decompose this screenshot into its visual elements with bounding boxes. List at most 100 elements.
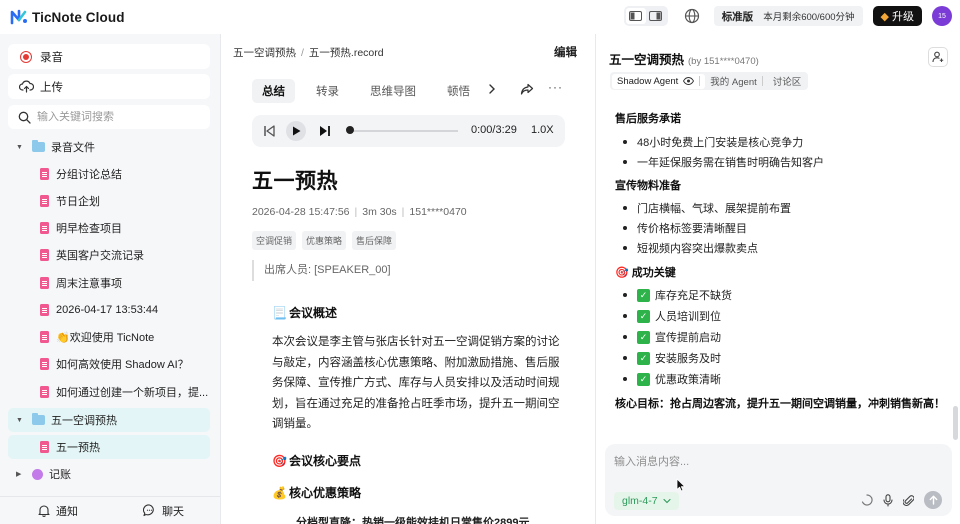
tag[interactable]: 空调促销: [252, 231, 297, 250]
attendees: 出席人员: [SPEAKER_00]: [252, 260, 391, 281]
agent-title: 五一空调预热 (by 151****0470): [609, 49, 759, 68]
file-name: 如何通过创建一个新项目，提...: [56, 387, 209, 399]
file-item[interactable]: 明早检查项目: [8, 216, 210, 240]
message-input[interactable]: [614, 453, 934, 473]
input-tools: [851, 491, 942, 509]
breadcrumb: 五一空调预热 / 五一预热.record: [233, 47, 384, 59]
more-options-icon[interactable]: ···: [548, 80, 563, 94]
send-button[interactable]: [924, 491, 942, 509]
add-user-icon: [932, 51, 944, 63]
search-input[interactable]: [37, 111, 197, 123]
project-name: 五一空调预热: [609, 53, 685, 67]
section-heading: 📃 会议概述: [272, 304, 337, 321]
avatar[interactable]: 15: [932, 6, 952, 26]
model-selector[interactable]: glm-4-7: [614, 492, 679, 510]
memo-icon: 📃: [272, 305, 287, 320]
list-text: 优惠政策清晰: [655, 374, 721, 386]
tag[interactable]: 优惠策略: [302, 231, 347, 250]
upgrade-label: 升级: [892, 11, 914, 23]
tab-discussion[interactable]: 讨论区: [768, 72, 807, 90]
progress-thumb[interactable]: [346, 126, 354, 134]
list-text: 传价格标签要清晰醒目: [637, 223, 747, 235]
file-item[interactable]: 👏欢迎使用 TicNote: [8, 325, 210, 349]
file-item[interactable]: 节日企划: [8, 189, 210, 213]
sidebar-footer: 通知 聊天: [0, 496, 220, 524]
add-user-button[interactable]: [928, 47, 948, 67]
caret-down-icon[interactable]: ▼: [16, 144, 26, 151]
mouse-cursor-icon: [676, 478, 686, 492]
sidebar-search[interactable]: [8, 105, 210, 129]
microphone-icon[interactable]: [883, 493, 893, 507]
tag[interactable]: 售后保障: [352, 231, 397, 250]
core-goal: 核心目标：抢占周边客流，提升五一期间空调销量，冲刺销售新高！: [615, 395, 945, 411]
file-name: 明早检查项目: [56, 223, 122, 235]
document-icon: [40, 441, 49, 453]
document-icon: [40, 331, 49, 343]
file-item[interactable]: 如何通过创建一个新项目，提...: [8, 380, 210, 404]
tab-mindmap[interactable]: 思维导图: [360, 79, 426, 103]
globe-icon[interactable]: [684, 8, 700, 24]
record-button[interactable]: 录音: [8, 44, 210, 69]
file-item[interactable]: 如何高效使用 Shadow AI？: [8, 352, 210, 376]
tab-my-agent[interactable]: 我的 Agent: [705, 72, 767, 90]
layout-toggle[interactable]: [623, 6, 668, 26]
file-item[interactable]: 2026-04-17 13:53:44: [8, 298, 210, 322]
tab-transcript[interactable]: 转录: [306, 79, 349, 103]
check-icon: ✓: [637, 288, 650, 302]
playback-speed[interactable]: 1.0X: [531, 124, 554, 136]
share-icon[interactable]: [520, 83, 534, 96]
file-item-selected[interactable]: 五一预热: [8, 435, 210, 459]
tab-shadow-agent[interactable]: Shadow Agent: [612, 73, 706, 89]
list-text: 48小时免费上门安装是核心竞争力: [637, 137, 804, 149]
search-icon: [18, 111, 31, 124]
section-title: 会议概述: [288, 306, 337, 320]
file-item[interactable]: 英国客户交流记录: [8, 243, 210, 267]
ledger-icon: [32, 468, 43, 480]
skip-back-icon[interactable]: [263, 122, 275, 140]
edit-button[interactable]: 编辑: [554, 44, 577, 60]
app-logo[interactable]: TicNote Cloud: [10, 8, 125, 26]
section-heading: 💰 核心优惠策略: [272, 484, 361, 501]
folder-name: 五一空调预热: [51, 415, 117, 427]
eye-icon[interactable]: [683, 77, 695, 85]
document-icon: [40, 195, 49, 207]
chat-button[interactable]: 聊天: [143, 503, 184, 519]
caret-right-icon[interactable]: ▶: [16, 470, 26, 478]
folder-icon: [32, 140, 45, 152]
section-heading: 🎯 会议核心要点: [272, 452, 361, 469]
left-panel-icon[interactable]: [625, 8, 646, 24]
file-name: 周末注意事项: [56, 278, 122, 290]
check-icon: ✓: [637, 351, 650, 365]
tag-list: 空调促销 优惠策略 售后保障: [252, 231, 402, 250]
upload-button[interactable]: 上传: [8, 74, 210, 99]
file-name: 2026-04-17 13:53:44: [56, 304, 159, 316]
play-button[interactable]: [286, 121, 306, 141]
progress-track[interactable]: [350, 130, 458, 132]
scrollbar-thumb[interactable]: [953, 406, 958, 440]
tab-insight[interactable]: 顿悟: [437, 79, 480, 103]
sidebar: 录音 上传 ▼ 录音文件 分组讨论总结 节日企划 明早检查项目 英国客户交流记录…: [0, 34, 221, 524]
list-item: ✓ 优惠政策清晰: [623, 371, 721, 387]
folder-row[interactable]: ▼ 五一空调预热: [8, 408, 210, 432]
folder-row[interactable]: ▼ 录音文件: [8, 135, 210, 159]
file-item[interactable]: 周末注意事项: [8, 271, 210, 295]
attachment-icon[interactable]: [903, 494, 914, 507]
check-icon: ✓: [637, 372, 650, 386]
document-icon: [40, 304, 49, 316]
right-panel-icon[interactable]: [646, 8, 666, 24]
upgrade-button[interactable]: ◆ 升级: [872, 6, 922, 26]
file-item[interactable]: 分组讨论总结: [8, 162, 210, 186]
file-name: 👏欢迎使用 TicNote: [56, 332, 155, 344]
document-title: 五一预热: [252, 170, 338, 193]
caret-down-icon[interactable]: ▼: [16, 417, 26, 424]
notify-button[interactable]: 通知: [38, 503, 78, 519]
breadcrumb-folder[interactable]: 五一空调预热: [233, 47, 296, 59]
tab-summary[interactable]: 总结: [252, 79, 295, 103]
diamond-icon: ◆: [880, 10, 889, 23]
skip-forward-icon[interactable]: [319, 122, 331, 140]
file-name: 如何高效使用 Shadow AI？: [56, 359, 189, 371]
chevron-right-icon[interactable]: [488, 83, 496, 95]
folder-row[interactable]: ▶ 记账: [8, 462, 210, 486]
document-meta: 2026-04-28 15:47:56 | 3m 30s | 151****0470: [252, 206, 467, 218]
chat-label: 聊天: [162, 505, 184, 518]
